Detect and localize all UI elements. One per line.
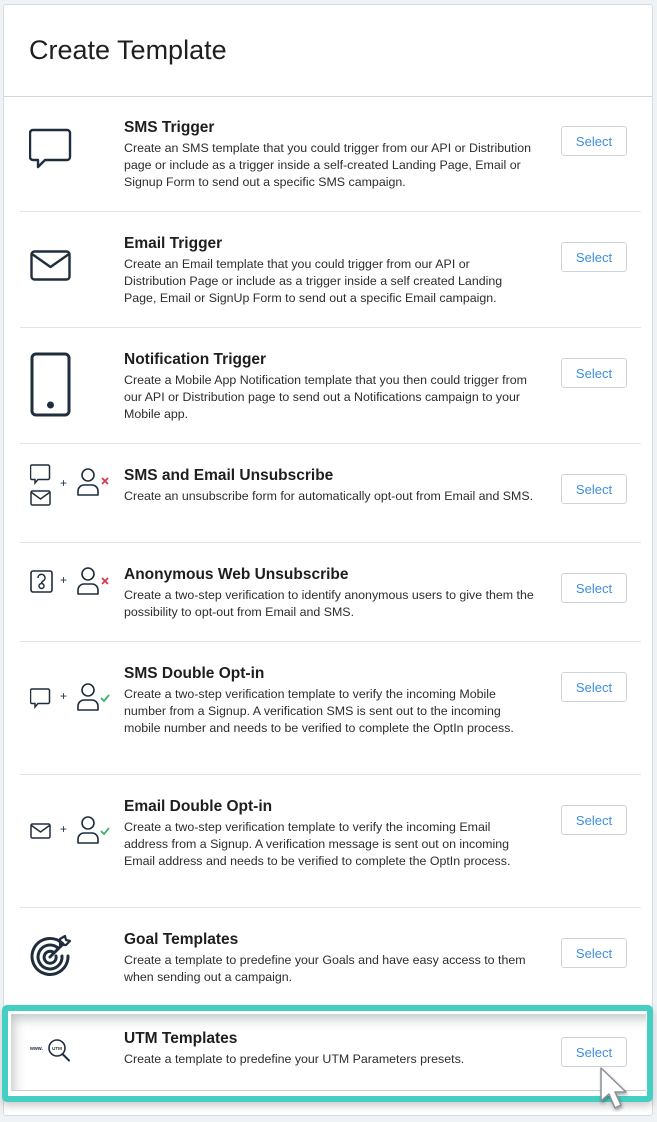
select-button-utm-templates[interactable]: Select xyxy=(561,1037,627,1067)
select-button-notification-trigger[interactable]: Select xyxy=(561,358,627,388)
plus-sign: + xyxy=(60,689,67,703)
template-row-sms-double-opt-in: + SMS Double Opt-in Create a two-step ve… xyxy=(20,642,641,775)
template-row-email-trigger: Email Trigger Create an Email template t… xyxy=(20,212,641,328)
select-button-sms-trigger[interactable]: Select xyxy=(561,126,627,156)
target-icon xyxy=(29,934,73,978)
question-plus-user-remove-icon: + xyxy=(30,567,112,601)
utm-search-icon: www. UTM xyxy=(30,1036,74,1064)
select-button-anonymous-web-unsubscribe[interactable]: Select xyxy=(561,573,627,603)
template-row-goal-templates: Goal Templates Create a template to pred… xyxy=(20,908,641,1008)
template-title: SMS Trigger xyxy=(124,119,215,136)
select-button-sms-email-unsubscribe[interactable]: Select xyxy=(561,474,627,504)
envelope-plus-user-check-icon: + xyxy=(30,815,112,849)
template-description: Create a Mobile App Notification templat… xyxy=(124,373,527,421)
template-title: Email Double Opt-in xyxy=(124,798,273,815)
template-row-utm-templates: www. UTM UTM Templates Create a template… xyxy=(20,1008,641,1098)
mouse-pointer-icon xyxy=(598,1066,634,1112)
plus-sign: + xyxy=(60,822,67,836)
chat-envelope-plus-user-remove-icon: + xyxy=(30,464,112,508)
template-title: SMS and Email Unsubscribe xyxy=(124,467,334,484)
template-title: Anonymous Web Unsubscribe xyxy=(124,566,349,583)
utm-www-text: www. xyxy=(30,1046,43,1052)
select-button-email-double-opt-in[interactable]: Select xyxy=(561,805,627,835)
template-description: Create a two-step verification to identi… xyxy=(124,588,534,619)
plus-sign: + xyxy=(60,476,67,490)
plus-sign: + xyxy=(60,573,67,587)
template-row-notification-trigger: Notification Trigger Create a Mobile App… xyxy=(20,328,641,444)
dialog-header: Create Template xyxy=(4,5,652,97)
select-button-email-trigger[interactable]: Select xyxy=(561,242,627,272)
template-row-sms-trigger: SMS Trigger Create an SMS template that … xyxy=(20,96,641,212)
template-title: SMS Double Opt-in xyxy=(124,665,265,682)
template-description: Create a template to predefine your Goal… xyxy=(124,953,526,984)
chat-bubble-icon xyxy=(29,128,73,170)
utm-label-text: UTM xyxy=(52,1046,62,1051)
template-description: Create a two-step verification template … xyxy=(124,687,514,735)
template-description: Create an Email template that you could … xyxy=(124,257,503,305)
template-description: Create an unsubscribe form for automatic… xyxy=(124,489,534,503)
select-button-sms-double-opt-in[interactable]: Select xyxy=(561,672,627,702)
chat-plus-user-check-icon: + xyxy=(30,682,112,716)
template-description: Create a two-step verification template … xyxy=(124,820,511,868)
mobile-phone-icon xyxy=(30,352,72,418)
template-title: Notification Trigger xyxy=(124,351,267,368)
envelope-icon xyxy=(30,250,72,282)
template-description: Create a template to predefine your UTM … xyxy=(124,1052,465,1066)
template-row-anonymous-web-unsubscribe: + Anonymous Web Unsubscribe Create a two… xyxy=(20,543,641,642)
template-title: Goal Templates xyxy=(124,931,239,948)
select-button-goal-templates[interactable]: Select xyxy=(561,938,627,968)
template-description: Create an SMS template that you could tr… xyxy=(124,141,532,189)
template-row-email-double-opt-in: + Email Double Opt-in Create a two-step … xyxy=(20,775,641,908)
template-title: Email Trigger xyxy=(124,235,223,252)
template-row-sms-email-unsubscribe: + SMS and Email Unsubscribe Create an un… xyxy=(20,444,641,543)
template-title: UTM Templates xyxy=(124,1030,238,1047)
dialog-title: Create Template xyxy=(29,35,227,65)
